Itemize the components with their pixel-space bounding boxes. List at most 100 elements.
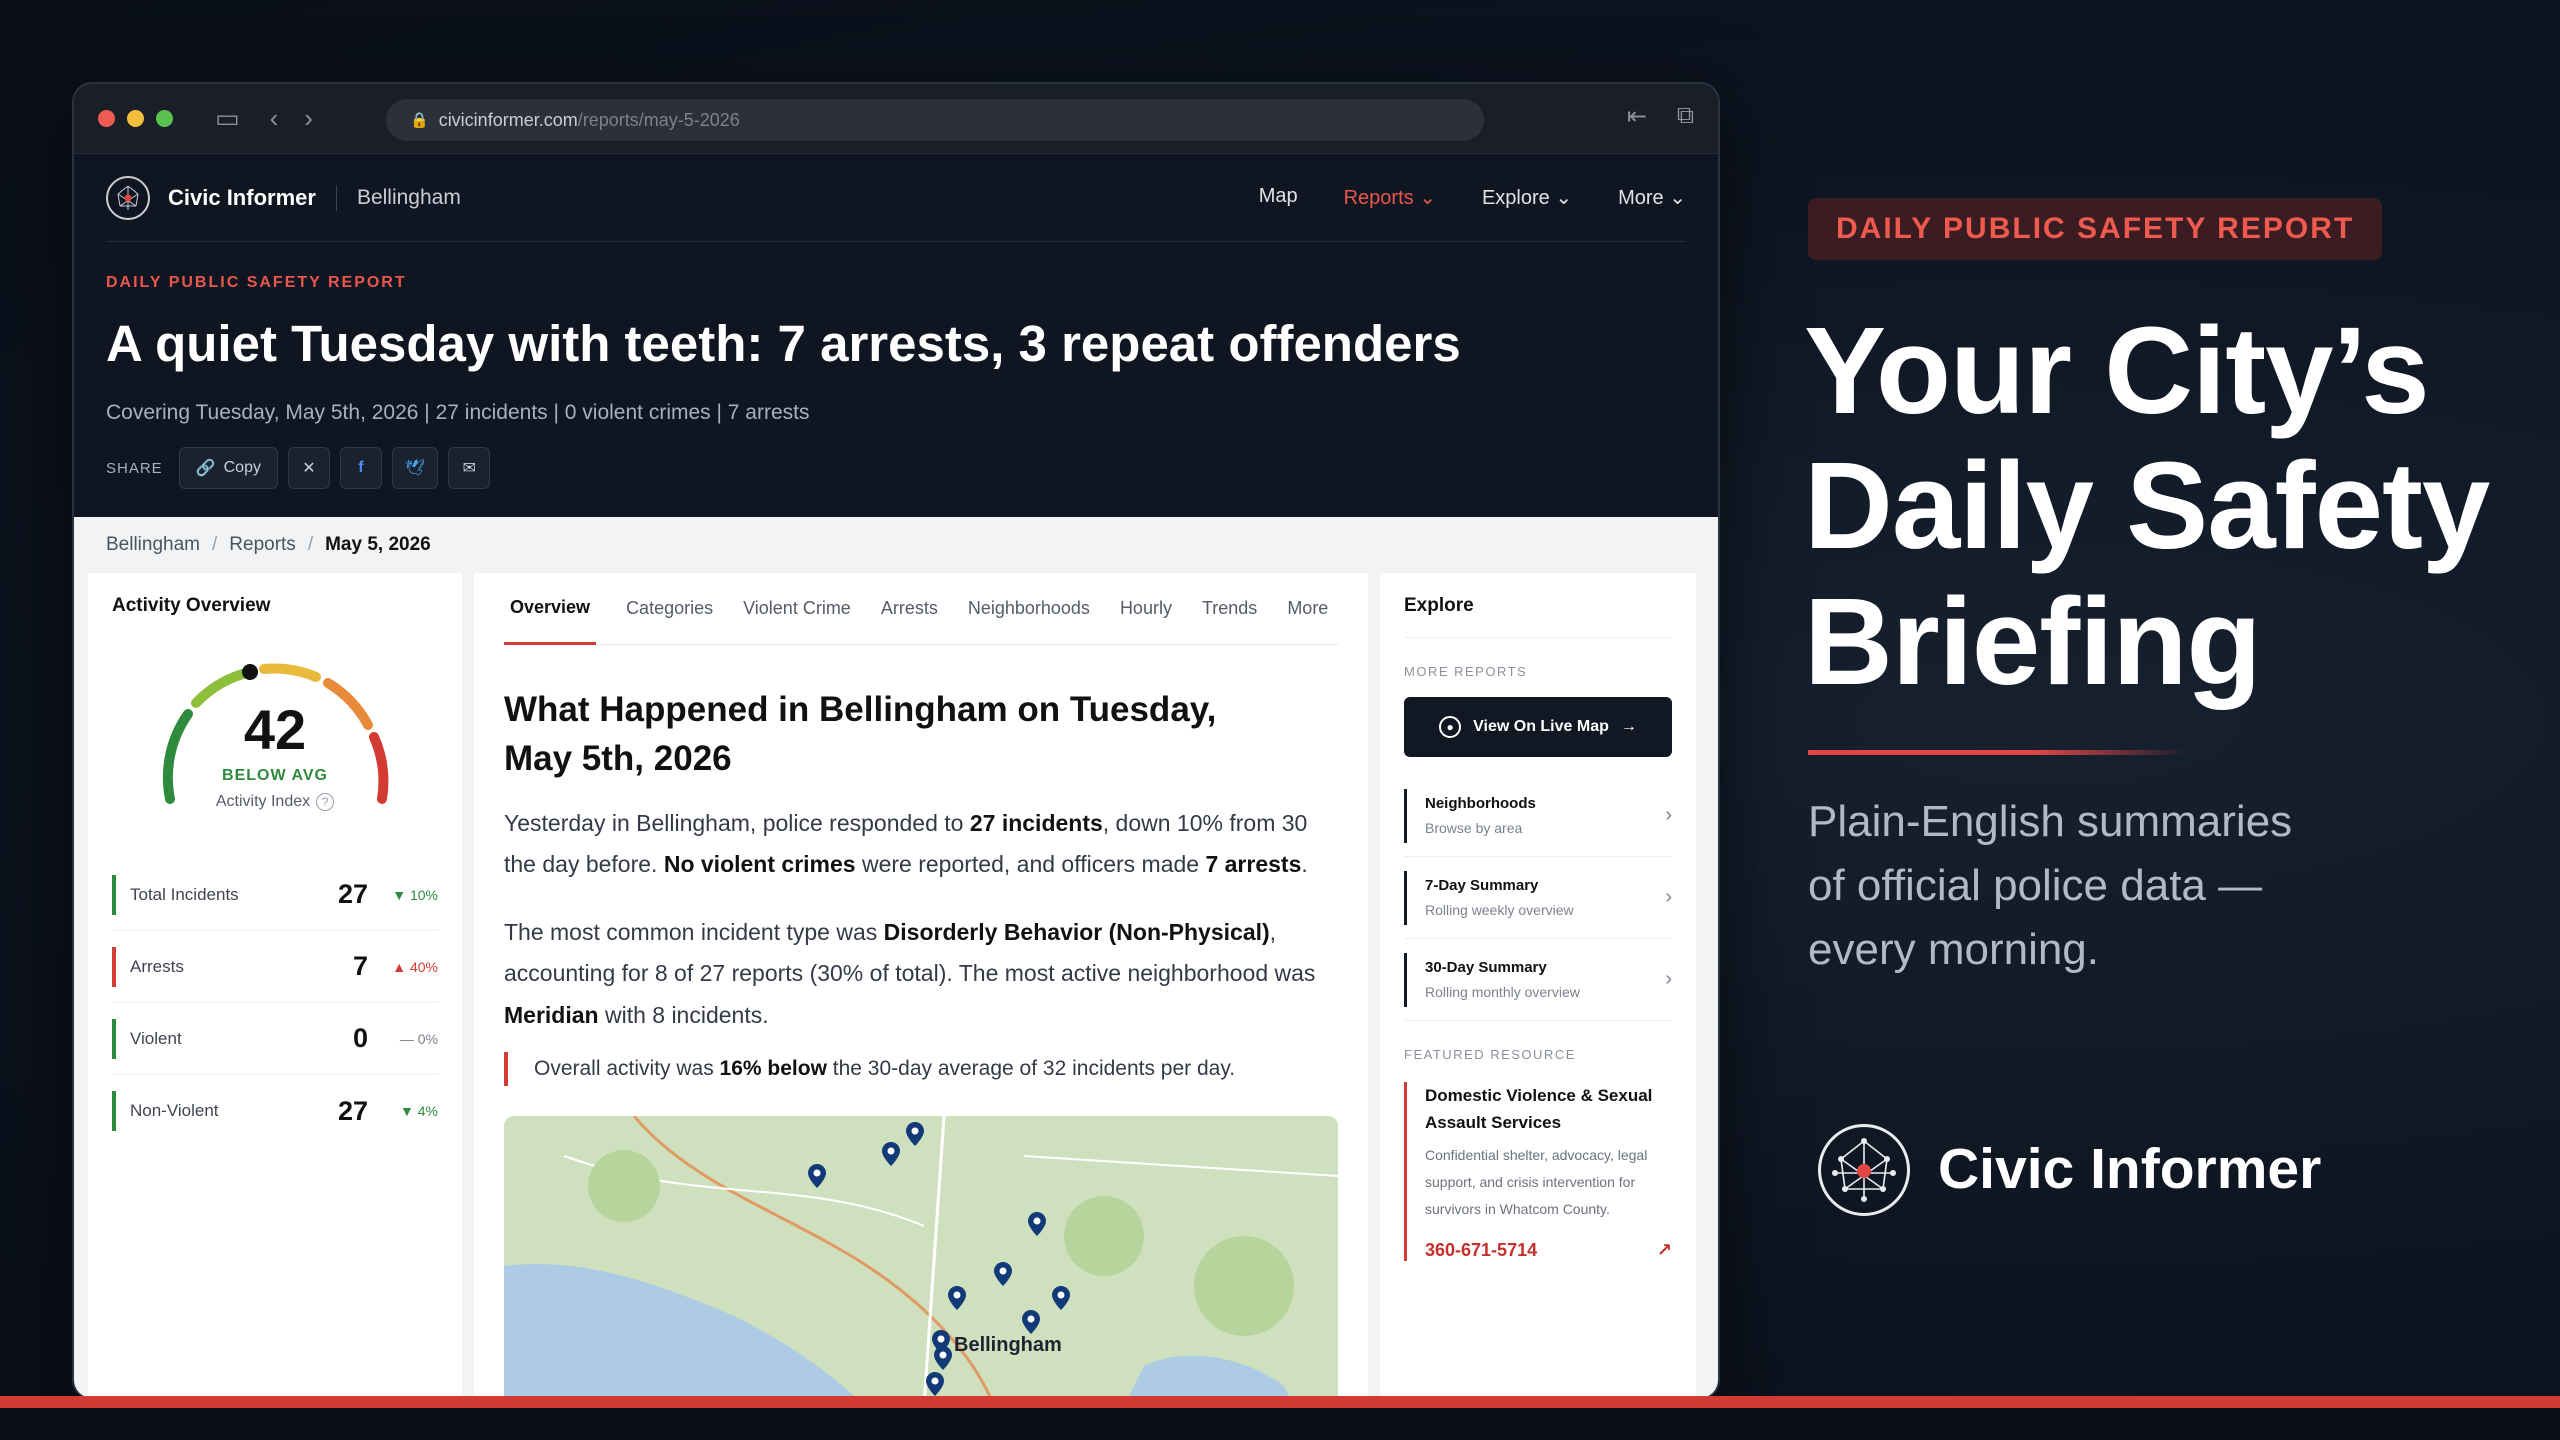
share-label: SHARE	[106, 459, 163, 477]
share-facebook-button[interactable]: f	[339, 447, 382, 489]
activity-index-label: Activity Index?	[130, 793, 420, 811]
stat-value: 0	[352, 1023, 368, 1053]
share-row: SHARE 🔗 Copy ✕ f 🕊 ✉	[106, 447, 1686, 489]
stat-value: 7	[352, 951, 368, 981]
bottom-accent-bar	[0, 1396, 2560, 1408]
url-path: /reports/may-5-2026	[577, 109, 740, 130]
map-pin-icon[interactable]	[906, 1121, 924, 1146]
breadcrumb: Bellingham / Reports / May 5, 2026	[74, 517, 1718, 573]
close-window-button[interactable]	[98, 110, 115, 127]
map-pin-icon[interactable]	[882, 1141, 900, 1166]
share-email-button[interactable]: ✉	[448, 447, 491, 489]
item-indicator	[1404, 788, 1407, 843]
article-panel: Overview Categories Violent Crime Arrest…	[474, 573, 1368, 1398]
article-paragraph-2: The most common incident type was Disord…	[504, 918, 1316, 1028]
stat-label: Non-Violent	[130, 1101, 219, 1120]
tab-violent-crime[interactable]: Violent Crime	[743, 573, 851, 645]
maximize-window-button[interactable]	[156, 110, 173, 127]
chevron-down-icon: ⌄	[1669, 187, 1686, 209]
arrow-right-icon: →	[1620, 718, 1637, 735]
help-icon[interactable]: ?	[316, 793, 335, 811]
item-indicator	[1404, 870, 1407, 925]
gauge-needle-dot	[242, 664, 258, 680]
incident-map[interactable]: Bellingham	[504, 1115, 1338, 1398]
chevron-right-icon: ›	[1665, 886, 1672, 908]
email-icon: ✉	[462, 460, 476, 477]
marketing-brand: Civic Informer	[1938, 1137, 2322, 1201]
tab-trends[interactable]: Trends	[1202, 573, 1257, 645]
copy-link-button[interactable]: 🔗 Copy	[178, 447, 278, 489]
activity-gauge: 42 BELOW AVG Activity Index?	[130, 639, 420, 829]
more-reports-label: MORE REPORTS	[1404, 664, 1528, 679]
brand-divider	[335, 184, 337, 211]
breadcrumb-city[interactable]: Bellingham	[106, 534, 200, 556]
stat-indicator	[112, 1018, 116, 1059]
activity-index-value: 42	[243, 698, 307, 761]
nav-map[interactable]: Map	[1259, 185, 1298, 210]
sidebar-toggle-icon[interactable]: ▭	[215, 103, 240, 134]
explore-list: Neighborhoods Browse by area › 7-Day Summ…	[1404, 775, 1672, 1021]
stat-row: Arrests 7 ▲ 40%	[112, 931, 438, 1003]
nav-reports[interactable]: Reports ⌄	[1344, 185, 1436, 210]
tab-arrests[interactable]: Arrests	[881, 573, 938, 645]
tabs-overview-icon[interactable]: ⧉	[1677, 102, 1694, 131]
forward-icon[interactable]: ›	[304, 103, 313, 134]
stat-indicator	[112, 1091, 116, 1131]
back-icon[interactable]: ‹	[270, 103, 279, 134]
stat-indicator	[112, 874, 116, 915]
brand-name[interactable]: Civic Informer	[168, 185, 316, 211]
report-headline: A quiet Tuesday with teeth: 7 arrests, 3…	[106, 315, 1461, 372]
map-pin-icon[interactable]	[994, 1261, 1012, 1286]
featured-resource: Domestic Violence & Sexual Assault Servi…	[1404, 1082, 1672, 1262]
chevron-down-icon: ⌄	[1419, 187, 1436, 209]
stat-change: ▼ 4%	[400, 1103, 438, 1119]
tab-categories[interactable]: Categories	[626, 573, 713, 645]
minimize-window-button[interactable]	[127, 110, 144, 127]
tab-hourly[interactable]: Hourly	[1120, 573, 1172, 645]
article-paragraph-1: Yesterday in Bellingham, police responde…	[504, 810, 1308, 878]
tab-more[interactable]: More	[1287, 573, 1328, 645]
nav-explore[interactable]: Explore ⌄	[1482, 185, 1572, 210]
breadcrumb-separator: /	[307, 534, 314, 555]
bottom-strip	[0, 1408, 2560, 1440]
stat-value: 27	[337, 879, 368, 909]
share-twitter-button[interactable]: 🕊	[391, 447, 439, 489]
featured-phone[interactable]: 360-671-5714 ↗	[1425, 1240, 1672, 1261]
report-content: Bellingham / Reports / May 5, 2026 Activ…	[74, 517, 1718, 1398]
marketing-badge: DAILY PUBLIC SAFETY REPORT	[1808, 198, 2383, 260]
view-live-map-button[interactable]: ● View On Live Map →	[1404, 697, 1672, 757]
marketing-title: Your City’s Daily Safety Briefing	[1804, 303, 2490, 711]
featured-title[interactable]: Domestic Violence & Sexual Assault Servi…	[1425, 1082, 1672, 1136]
city-name[interactable]: Bellingham	[357, 186, 461, 210]
main-nav: Map Reports ⌄ Explore ⌄ More ⌄	[1259, 185, 1686, 210]
nav-more[interactable]: More ⌄	[1618, 185, 1686, 210]
map-pin-icon[interactable]	[1022, 1309, 1040, 1334]
external-link-icon[interactable]: ↗	[1657, 1240, 1672, 1261]
map-pin-icon[interactable]	[1052, 1285, 1070, 1310]
address-bar[interactable]: 🔒 civicinformer.com/reports/may-5-2026	[386, 99, 1484, 141]
stat-change: — 0%	[399, 1030, 438, 1047]
explore-item-30-day[interactable]: 30-Day Summary Rolling monthly overview ›	[1404, 939, 1672, 1021]
link-icon: 🔗	[195, 460, 216, 477]
map-pin-icon[interactable]	[934, 1345, 952, 1370]
map-pin-icon[interactable]	[948, 1285, 966, 1310]
breadcrumb-reports[interactable]: Reports	[229, 534, 296, 556]
comparison-callout: Overall activity was 16% below the 30-da…	[504, 1051, 1338, 1086]
explore-item-7-day[interactable]: 7-Day Summary Rolling weekly overview ›	[1404, 857, 1672, 939]
share-x-button[interactable]: ✕	[287, 447, 330, 489]
explore-panel: Explore MORE REPORTS ● View On Live Map …	[1380, 573, 1696, 1397]
civic-informer-logo-icon[interactable]	[106, 175, 150, 220]
map-pin-icon[interactable]	[808, 1163, 826, 1188]
x-icon: ✕	[302, 460, 316, 477]
activity-index-status: BELOW AVG	[222, 767, 328, 784]
share-icon[interactable]: ⇤	[1627, 102, 1647, 131]
stat-row: Non-Violent 27 ▼ 4%	[112, 1075, 438, 1147]
tab-neighborhoods[interactable]: Neighborhoods	[968, 573, 1090, 645]
map-pin-icon[interactable]	[1028, 1211, 1046, 1236]
featured-resource-label: FEATURED RESOURCE	[1404, 1047, 1576, 1062]
tab-overview[interactable]: Overview	[504, 573, 597, 645]
map-pin-icon[interactable]	[926, 1371, 944, 1396]
explore-item-neighborhoods[interactable]: Neighborhoods Browse by area ›	[1404, 775, 1672, 857]
marketing-subtitle: Plain-English summaries of official poli…	[1808, 797, 2293, 974]
breadcrumb-current: May 5, 2026	[325, 534, 431, 555]
